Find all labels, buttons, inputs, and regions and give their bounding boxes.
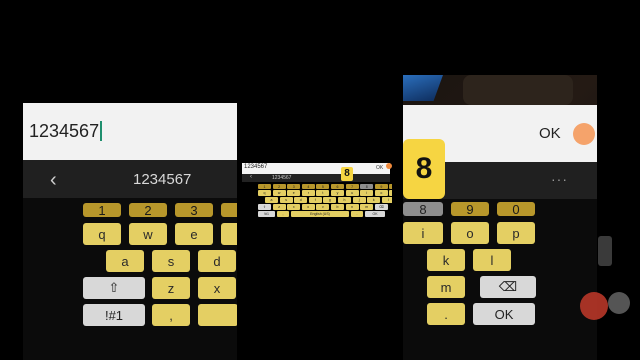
keyboard: 1 2 3 q w e a s d ⇧ z x !#1 , [23, 198, 237, 360]
background-blur [463, 75, 573, 105]
ok-button[interactable]: OK [539, 125, 561, 142]
key-v[interactable]: v [316, 204, 330, 210]
key-preview-popup: 8 [341, 167, 353, 181]
ok-button[interactable]: OK [376, 165, 383, 171]
background-blur-blue [403, 75, 443, 101]
key-9[interactable]: 9 [374, 184, 388, 189]
key-preview-popup: 8 [403, 139, 445, 199]
key-x[interactable]: x [287, 204, 301, 210]
key-o[interactable]: o [374, 190, 388, 196]
key-l[interactable]: l [473, 249, 511, 271]
key-w[interactable]: w [272, 190, 286, 196]
suggestion-text[interactable]: 1234567 [272, 175, 291, 181]
key-d[interactable]: d [198, 250, 236, 272]
key-0[interactable]: 0 [497, 202, 535, 217]
key-4[interactable]: 4 [301, 184, 315, 189]
center-keyboard-thumbnail: 1234567 OK ‹ 1234567 1234567890qwertyuio… [242, 159, 392, 217]
key-o[interactable]: o [451, 222, 489, 244]
key-r[interactable]: r [301, 190, 315, 196]
key-m[interactable]: m [427, 276, 465, 298]
key-i[interactable]: i [403, 222, 443, 244]
key-q[interactable]: q [83, 223, 121, 245]
key-e[interactable]: e [287, 190, 301, 196]
key-9[interactable]: 9 [451, 202, 489, 217]
shift-key[interactable]: ⇧ [83, 277, 145, 299]
key-k[interactable]: k [427, 249, 465, 271]
ok-key[interactable]: OK [473, 303, 535, 325]
key-5[interactable]: 5 [316, 184, 330, 189]
key-s[interactable]: s [152, 250, 190, 272]
key-b[interactable]: b [331, 204, 344, 210]
shift-key[interactable]: ⇧ [258, 204, 271, 210]
key-z[interactable]: z [272, 204, 286, 210]
key-y[interactable]: y [331, 190, 344, 196]
key-8[interactable]: 8 [360, 184, 374, 189]
key-s[interactable]: s [279, 197, 293, 203]
space-key[interactable]: English (US) [291, 211, 349, 217]
key-g[interactable]: g [323, 197, 337, 203]
key-8[interactable]: 8 [403, 202, 443, 217]
key-z[interactable]: z [152, 277, 190, 299]
key-t[interactable]: t [316, 190, 330, 196]
right-zoom-panel: OK ··· 8 9 0 i o p k l m ⌫ . OK 8 [403, 75, 597, 360]
key-d[interactable]: d [294, 197, 308, 203]
key-h[interactable]: h [338, 197, 351, 203]
backspace-key[interactable]: ⌫ [374, 204, 388, 210]
key-j[interactable]: j [352, 197, 366, 203]
input-value: 1234567 [244, 164, 268, 170]
suggestion-bar [242, 174, 390, 182]
symbols-key[interactable]: !#1 [83, 304, 145, 326]
key-c[interactable]: c [301, 204, 315, 210]
chevron-left-icon[interactable]: ‹ [50, 169, 57, 192]
text-input-field[interactable]: 1234567 [23, 103, 237, 160]
key-a[interactable]: a [106, 250, 144, 272]
key-u[interactable]: u [345, 190, 359, 196]
ok-key[interactable]: OK [365, 211, 385, 217]
key-k[interactable]: k [367, 197, 381, 203]
key-period[interactable]: . [427, 303, 465, 325]
key-1[interactable]: 1 [83, 203, 121, 218]
key-q[interactable]: q [258, 190, 271, 196]
key-r-partial[interactable] [221, 223, 237, 245]
more-options-icon[interactable]: ··· [551, 171, 568, 187]
space-key-partial[interactable] [198, 304, 237, 326]
key-6[interactable]: 6 [331, 184, 344, 189]
key-2[interactable]: 2 [129, 203, 167, 218]
input-value: 1234567 [29, 121, 100, 141]
edit-icon[interactable] [386, 163, 392, 169]
key-e[interactable]: e [175, 223, 213, 245]
key-7[interactable]: 7 [345, 184, 359, 189]
key-p[interactable]: p [497, 222, 535, 244]
key-n[interactable]: n [345, 204, 359, 210]
left-zoom-panel: 1234567 ‹ 1234567 1 2 3 q w e a s d ⇧ z … [23, 103, 237, 360]
key-period[interactable]: . [351, 211, 363, 217]
key-m[interactable]: m [360, 204, 374, 210]
key-3[interactable]: 3 [287, 184, 301, 189]
key-comma[interactable]: , [277, 211, 289, 217]
key-a[interactable]: a [265, 197, 278, 203]
side-control [598, 236, 612, 266]
pencil-icon[interactable] [573, 123, 595, 145]
key-x[interactable]: x [198, 277, 236, 299]
settings-icon[interactable] [608, 292, 630, 314]
key-0[interactable]: 0 [389, 184, 392, 189]
key-l[interactable]: l [381, 197, 392, 203]
key-comma[interactable]: , [152, 304, 190, 326]
chevron-left-icon[interactable]: ‹ [250, 174, 252, 180]
key-p[interactable]: p [389, 190, 392, 196]
key-w[interactable]: w [129, 223, 167, 245]
backspace-key[interactable]: ⌫ [480, 276, 536, 298]
record-icon[interactable] [580, 292, 608, 320]
suggestion-text[interactable]: 1234567 [133, 171, 191, 188]
keyboard: 8 9 0 i o p k l m ⌫ . OK [403, 199, 597, 360]
key-1[interactable]: 1 [258, 184, 271, 189]
key-4-partial[interactable] [221, 203, 237, 217]
key-f[interactable]: f [308, 197, 322, 203]
key-i[interactable]: i [360, 190, 374, 196]
text-cursor [100, 121, 103, 141]
key-3[interactable]: 3 [175, 203, 213, 218]
key-2[interactable]: 2 [272, 184, 286, 189]
symbols-key[interactable]: !#1 [258, 211, 275, 217]
